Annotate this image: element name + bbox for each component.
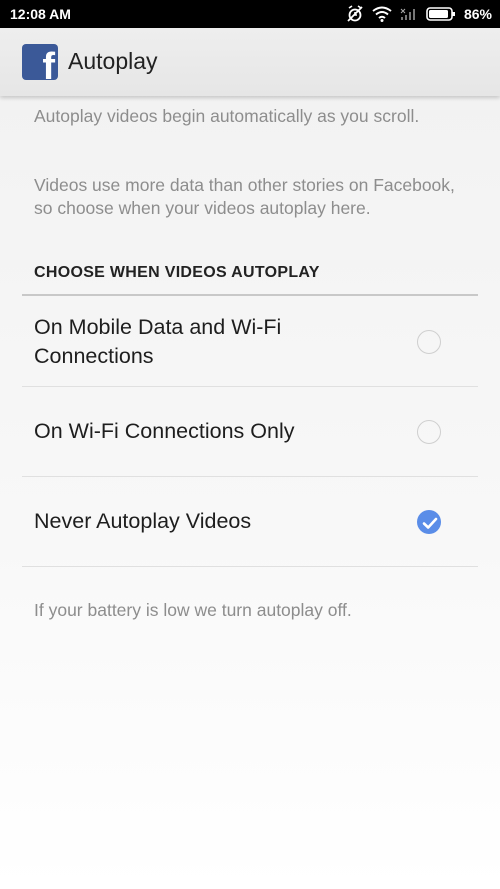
status-bar: 12:08 AM 86% <box>0 0 500 28</box>
status-icons: 86% <box>346 4 492 24</box>
option-label: Never Autoplay Videos <box>34 509 252 533</box>
app-bar: f Autoplay <box>0 28 500 96</box>
page-title: Autoplay <box>68 48 158 74</box>
battery-icon <box>426 6 456 22</box>
facebook-logo-icon[interactable]: f <box>22 44 58 80</box>
section-header: CHOOSE WHEN VIDEOS AUTOPLAY <box>34 264 320 281</box>
data-usage-description: Videos use more data than other stories … <box>34 175 455 218</box>
battery-note: If your battery is low we turn autoplay … <box>34 600 352 620</box>
option-wifi-only[interactable]: On Wi-Fi Connections Only <box>22 387 478 477</box>
radio-unselected-icon[interactable] <box>417 330 441 354</box>
option-never-autoplay[interactable]: Never Autoplay Videos <box>22 477 478 567</box>
status-time: 12:08 AM <box>10 6 71 22</box>
radio-unselected-icon[interactable] <box>417 420 441 444</box>
autoplay-description: Autoplay videos begin automatically as y… <box>34 106 420 126</box>
option-mobile-data-and-wifi[interactable]: On Mobile Data and Wi-Fi Connections <box>22 296 478 387</box>
option-label: On Mobile Data and Wi-Fi Connections <box>34 315 282 368</box>
signal-icon <box>400 7 418 21</box>
option-label: On Wi-Fi Connections Only <box>34 419 295 443</box>
alarm-off-icon <box>346 5 364 23</box>
radio-checked-icon[interactable] <box>417 510 441 534</box>
wifi-icon <box>372 6 392 22</box>
facebook-logo-letter: f <box>42 46 55 80</box>
battery-percent: 86% <box>463 6 492 22</box>
